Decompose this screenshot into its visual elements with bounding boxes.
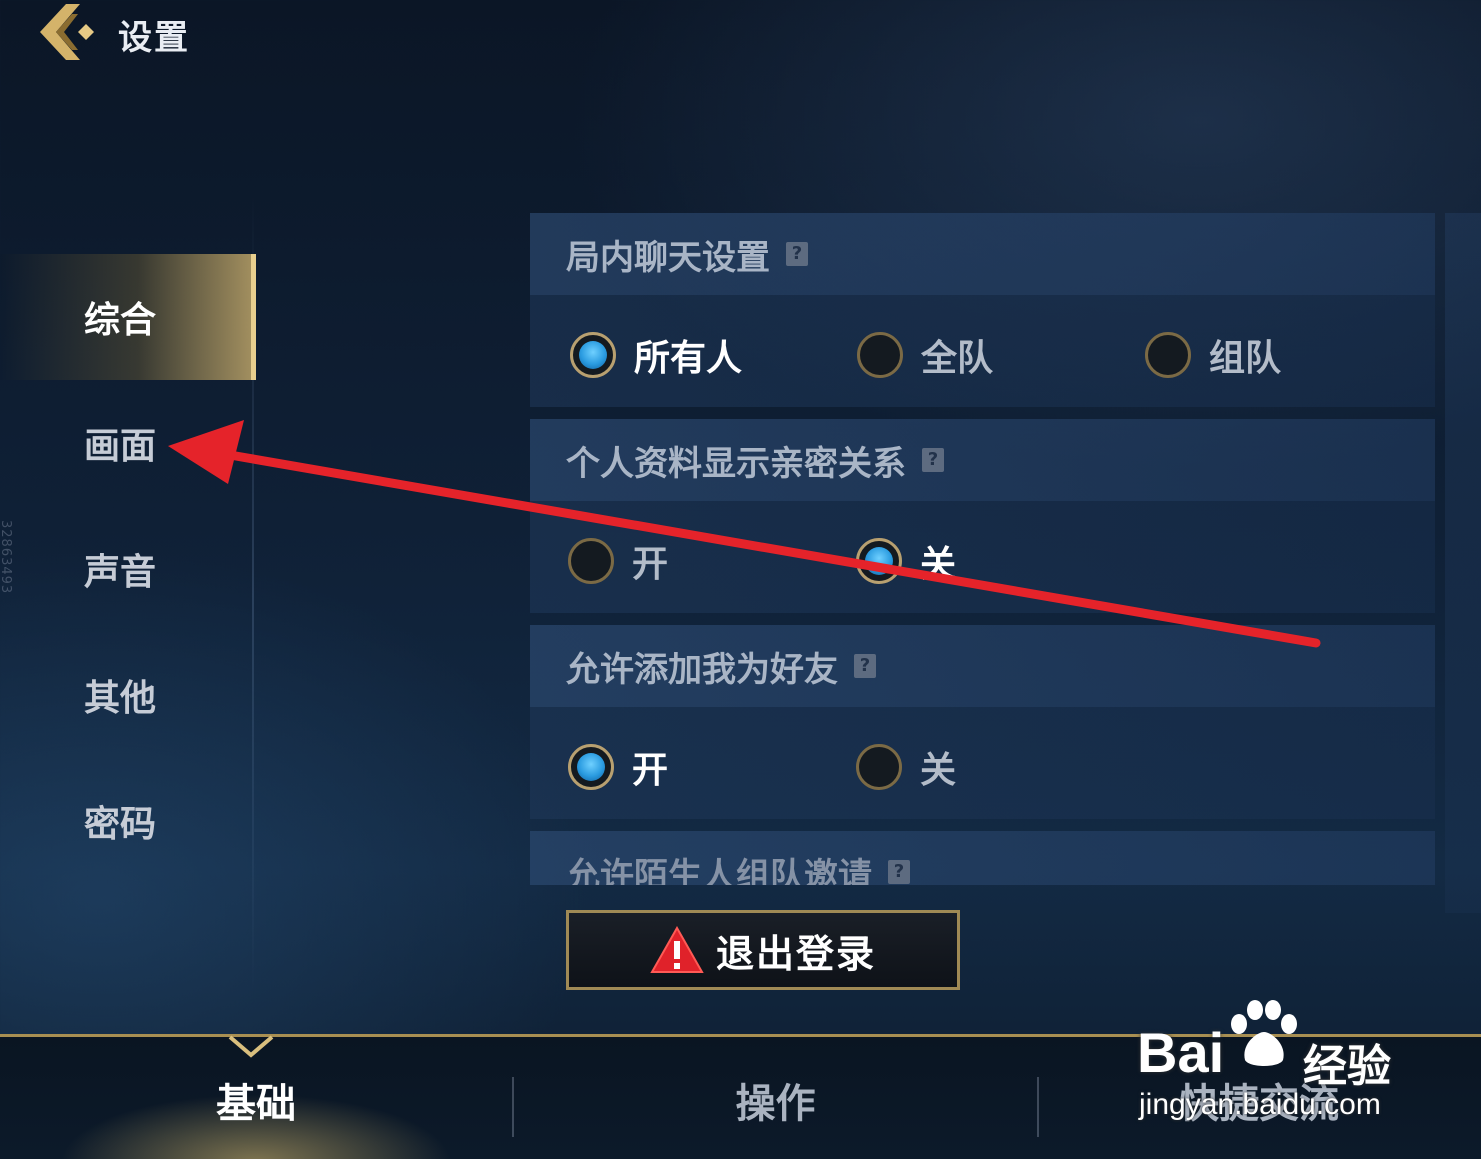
- setting-section-chat: 局内聊天设置 ? 所有人 全队 组队: [530, 213, 1435, 407]
- setting-section-intimacy: 个人资料显示亲密关系 ? 开 关: [530, 419, 1435, 613]
- radio-option-everyone[interactable]: 所有人: [570, 329, 742, 381]
- section-title-text: 允许添加我为好友: [566, 649, 838, 690]
- section-title-text: 个人资料显示亲密关系: [566, 443, 906, 484]
- help-icon[interactable]: ?: [786, 242, 808, 266]
- panel-scroll-edge: [1445, 213, 1481, 913]
- side-nav: 综合 画面 声音 其他 密码: [0, 194, 256, 994]
- section-title-text: 局内聊天设置: [566, 237, 770, 278]
- radio-selected-icon: [856, 538, 902, 584]
- page-title: 设置: [118, 18, 190, 58]
- radio-label: 开: [632, 750, 669, 791]
- radio-unselected-icon: [856, 744, 902, 790]
- radio-option-off[interactable]: 关: [856, 535, 956, 587]
- option-group: 所有人 全队 组队: [530, 295, 1435, 407]
- tab-controls[interactable]: 操作: [514, 1037, 1037, 1159]
- radio-label: 组队: [1209, 338, 1282, 379]
- logout-label: 退出登录: [715, 931, 876, 976]
- setting-section-stranger-invite: 允许陌生人组队邀请 ?: [530, 831, 1435, 885]
- radio-unselected-icon: [1145, 332, 1191, 378]
- settings-panel[interactable]: 局内聊天设置 ? 所有人 全队 组队 个人资料显示亲密关系 ? 开 关 允许添加…: [530, 213, 1435, 885]
- side-nav-item-sound[interactable]: 声音: [0, 506, 256, 632]
- option-group: 开 关: [530, 707, 1435, 819]
- header: 设置: [0, 0, 1481, 70]
- help-icon[interactable]: ?: [888, 860, 910, 884]
- logout-button[interactable]: 退出登录: [566, 910, 960, 990]
- help-icon[interactable]: ?: [854, 654, 876, 678]
- setting-section-friend-request: 允许添加我为好友 ? 开 关: [530, 625, 1435, 819]
- radio-label: 关: [920, 544, 957, 585]
- section-title-text: 允许陌生人组队邀请: [566, 855, 872, 886]
- radio-option-off[interactable]: 关: [856, 741, 956, 793]
- side-nav-item-general[interactable]: 综合: [0, 254, 256, 380]
- help-icon[interactable]: ?: [922, 448, 944, 472]
- section-title: 局内聊天设置 ?: [530, 213, 1435, 295]
- radio-unselected-icon: [568, 538, 614, 584]
- warning-icon: [650, 926, 704, 973]
- radio-selected-icon: [570, 332, 616, 378]
- side-nav-item-password[interactable]: 密码: [0, 758, 256, 884]
- radio-option-party[interactable]: 组队: [1145, 329, 1281, 381]
- section-title: 允许陌生人组队邀请 ?: [530, 831, 1435, 885]
- option-group: 开 关: [530, 501, 1435, 613]
- tab-quick-chat[interactable]: 快捷交流: [1039, 1037, 1479, 1159]
- back-button[interactable]: [36, 2, 102, 62]
- radio-option-on[interactable]: 开: [568, 535, 668, 587]
- radio-label: 全队: [921, 338, 994, 379]
- back-chevron-icon: [40, 4, 94, 60]
- section-title: 个人资料显示亲密关系 ?: [530, 419, 1435, 501]
- radio-selected-icon: [568, 744, 614, 790]
- side-nav-item-display[interactable]: 画面: [0, 380, 256, 506]
- vertical-id-text: 32863493: [0, 520, 13, 595]
- radio-option-on[interactable]: 开: [568, 741, 668, 793]
- radio-label: 开: [632, 544, 669, 585]
- tab-basic[interactable]: 基础: [0, 1037, 512, 1159]
- radio-option-team[interactable]: 全队: [857, 329, 993, 381]
- section-title: 允许添加我为好友 ?: [530, 625, 1435, 707]
- radio-label: 关: [920, 750, 957, 791]
- radio-label: 所有人: [634, 338, 743, 379]
- bottom-tab-bar: 基础 操作 快捷交流: [0, 1034, 1481, 1159]
- radio-unselected-icon: [857, 332, 903, 378]
- side-nav-item-other[interactable]: 其他: [0, 632, 256, 758]
